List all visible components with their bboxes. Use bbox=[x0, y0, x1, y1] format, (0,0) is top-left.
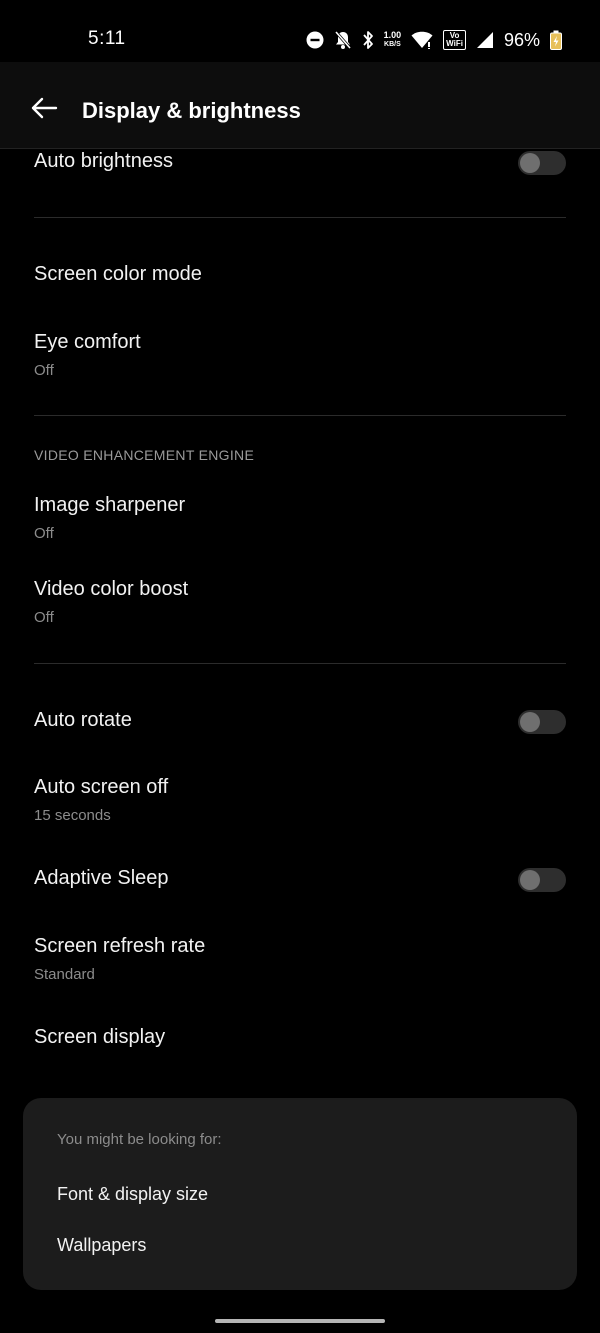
back-button[interactable] bbox=[24, 88, 64, 128]
status-time: 5:11 bbox=[88, 28, 126, 49]
network-speed-indicator: 1.00 KB/S bbox=[384, 31, 402, 49]
auto-screen-off-label: Auto screen off bbox=[34, 776, 169, 798]
screen-refresh-rate-label: Screen refresh rate bbox=[34, 935, 206, 957]
screen-refresh-rate-row[interactable]: Screen refresh rate Standard bbox=[34, 935, 566, 983]
screen-color-mode-label: Screen color mode bbox=[34, 263, 202, 285]
suggestion-font-display-size[interactable]: Font & display size bbox=[57, 1184, 208, 1205]
screen-display-label: Screen display bbox=[34, 1026, 166, 1048]
network-speed-unit: KB/S bbox=[384, 41, 401, 48]
vowifi-icon: Vo WiFi bbox=[443, 30, 466, 50]
image-sharpener-label: Image sharpener bbox=[34, 494, 186, 516]
eye-comfort-value: Off bbox=[34, 362, 54, 379]
toggle-knob bbox=[520, 712, 540, 732]
adaptive-sleep-label: Adaptive Sleep bbox=[34, 867, 169, 889]
do-not-disturb-icon bbox=[306, 31, 324, 49]
home-gesture-bar[interactable] bbox=[215, 1319, 385, 1323]
adaptive-sleep-toggle[interactable] bbox=[518, 868, 566, 892]
auto-rotate-label: Auto rotate bbox=[34, 709, 132, 731]
suggestions-heading: You might be looking for: bbox=[57, 1131, 222, 1148]
suggestions-card: You might be looking for: Font & display… bbox=[23, 1098, 577, 1290]
divider bbox=[34, 663, 566, 664]
image-sharpener-value: Off bbox=[34, 525, 54, 542]
suggestion-wallpapers[interactable]: Wallpapers bbox=[57, 1235, 146, 1256]
screen-color-mode-row[interactable]: Screen color mode bbox=[34, 263, 566, 286]
toggle-knob bbox=[520, 153, 540, 173]
adaptive-sleep-row[interactable]: Adaptive Sleep bbox=[34, 867, 566, 892]
auto-brightness-row[interactable]: Auto brightness bbox=[34, 150, 566, 175]
status-icons: 1.00 KB/S Vo WiFi 96% bbox=[306, 28, 562, 52]
video-color-boost-row[interactable]: Video color boost Off bbox=[34, 578, 566, 626]
bluetooth-icon bbox=[362, 30, 374, 50]
toggle-knob bbox=[520, 870, 540, 890]
page-title: Display & brightness bbox=[82, 98, 301, 123]
video-enhancement-section-header: VIDEO ENHANCEMENT ENGINE bbox=[34, 447, 255, 463]
wifi-icon bbox=[411, 31, 433, 49]
vowifi-bottom-label: WiFi bbox=[446, 39, 463, 48]
video-color-boost-label: Video color boost bbox=[34, 578, 189, 600]
battery-percent: 96% bbox=[503, 29, 540, 50]
auto-screen-off-value: 15 seconds bbox=[34, 807, 111, 824]
battery-charging-icon bbox=[550, 30, 562, 50]
auto-rotate-row[interactable]: Auto rotate bbox=[34, 709, 566, 734]
auto-rotate-toggle[interactable] bbox=[518, 710, 566, 734]
auto-brightness-label: Auto brightness bbox=[34, 150, 173, 172]
back-arrow-icon bbox=[31, 97, 58, 119]
video-color-boost-value: Off bbox=[34, 609, 54, 626]
screen-refresh-rate-value: Standard bbox=[34, 966, 95, 983]
notifications-muted-icon bbox=[334, 30, 352, 50]
status-bar: 5:11 1.00 KB/S Vo WiFi 96% bbox=[0, 0, 600, 62]
divider bbox=[34, 415, 566, 416]
divider bbox=[34, 217, 566, 218]
eye-comfort-label: Eye comfort bbox=[34, 331, 141, 353]
auto-brightness-toggle[interactable] bbox=[518, 151, 566, 175]
image-sharpener-row[interactable]: Image sharpener Off bbox=[34, 494, 566, 542]
network-speed-value: 1.00 bbox=[383, 30, 402, 40]
auto-screen-off-row[interactable]: Auto screen off 15 seconds bbox=[34, 776, 566, 824]
cellular-signal-icon bbox=[476, 31, 494, 49]
eye-comfort-row[interactable]: Eye comfort Off bbox=[34, 331, 566, 379]
screen-display-row[interactable]: Screen display bbox=[34, 1026, 566, 1049]
app-bar: Display & brightness bbox=[0, 62, 600, 149]
